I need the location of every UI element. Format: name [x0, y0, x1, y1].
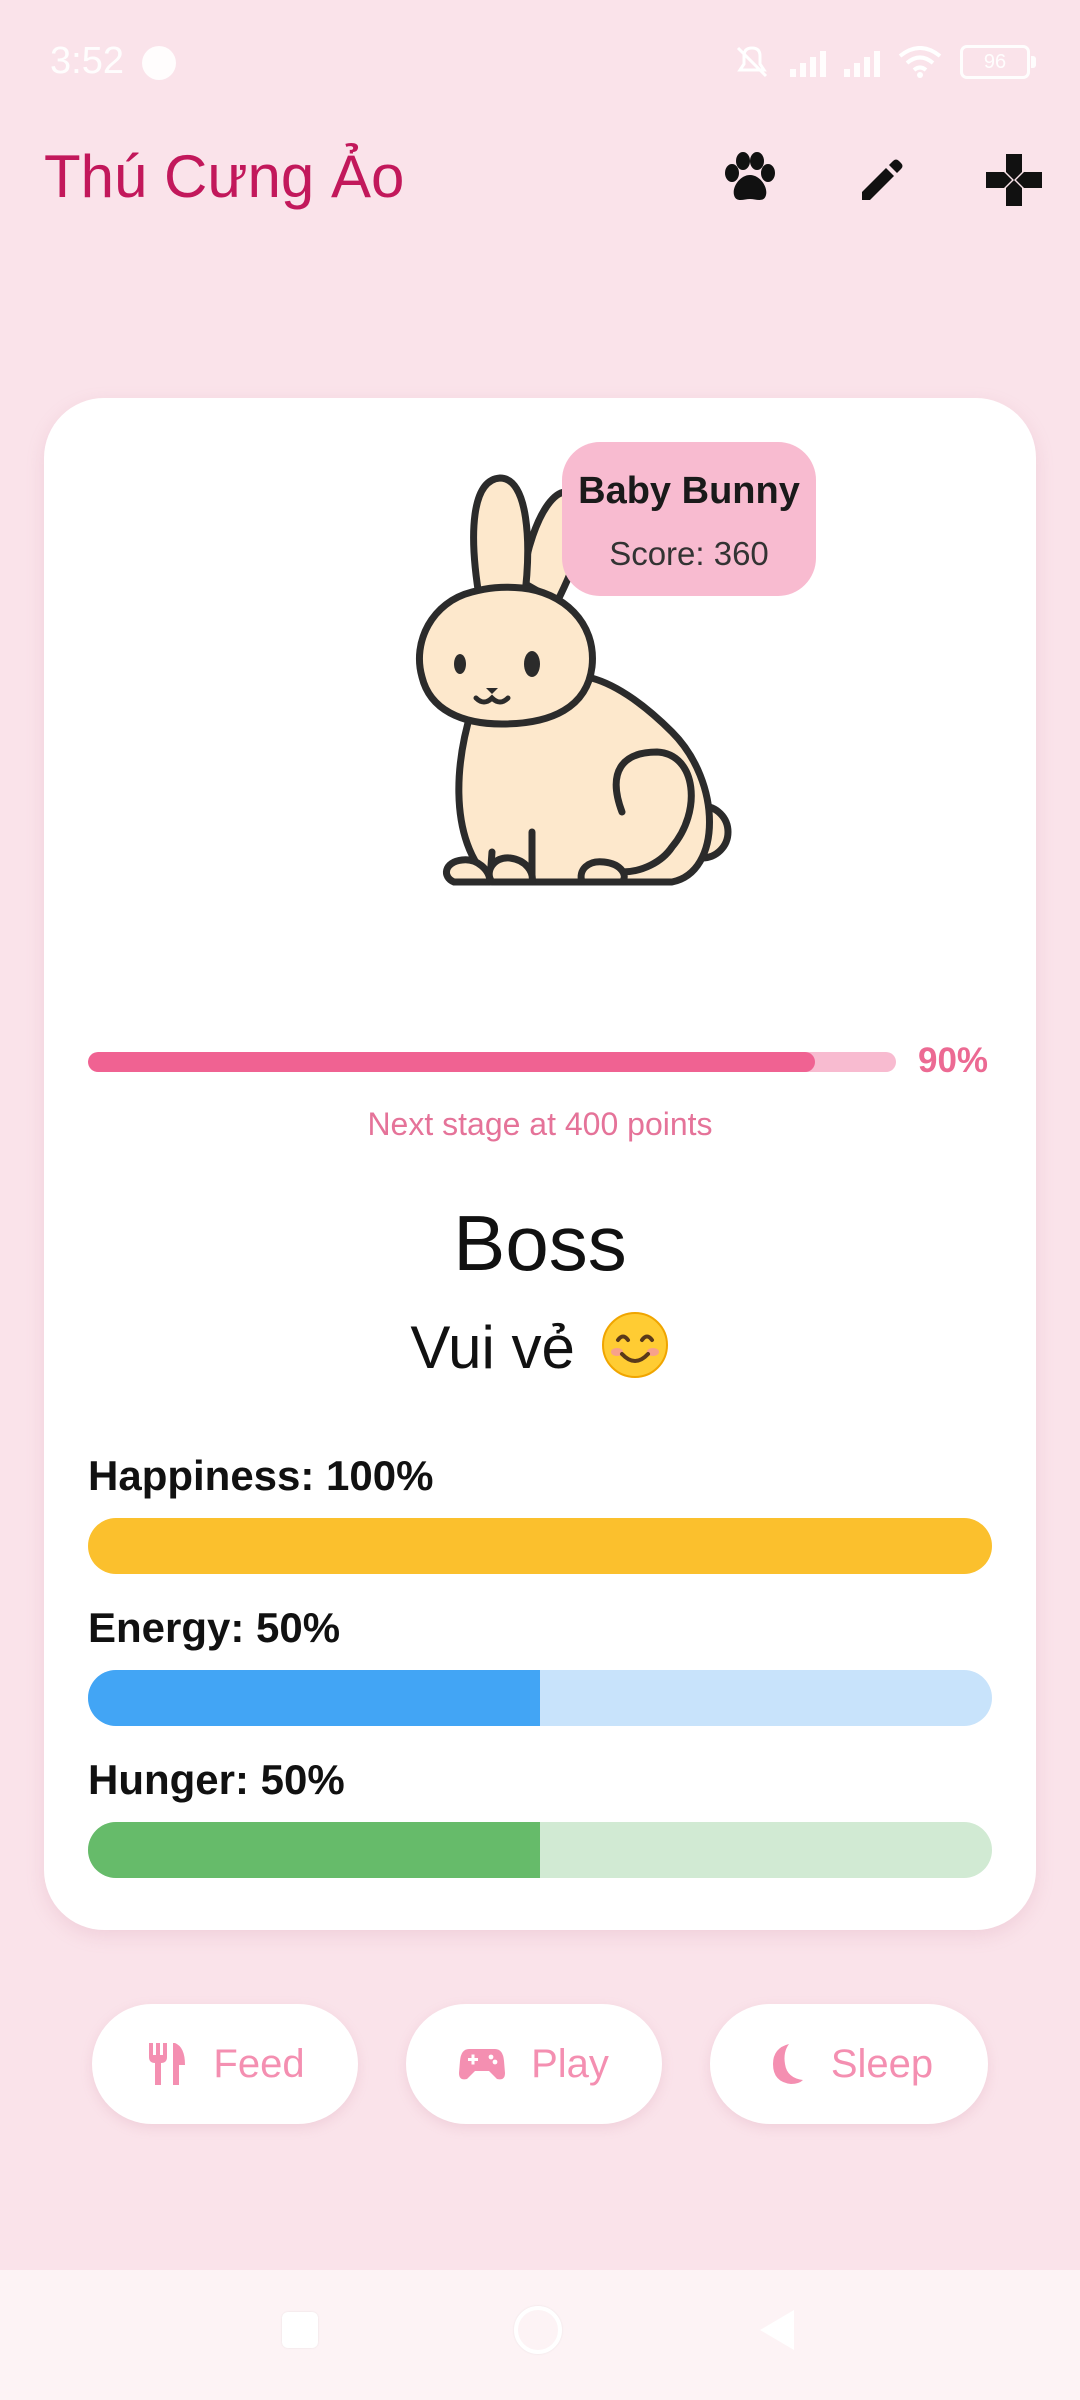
sleep-button[interactable]: Sleep	[710, 2004, 988, 2124]
energy-label: Energy: 50%	[88, 1604, 341, 1651]
system-nav-bar	[0, 2270, 1080, 2400]
energy-bar	[88, 1670, 992, 1726]
stage-progress-bar	[88, 1052, 896, 1072]
pet-card: Baby Bunny Score: 360 90% Next stage at …	[44, 398, 1036, 1930]
edit-icon[interactable]	[850, 148, 914, 212]
mute-icon	[736, 46, 768, 78]
next-stage-text: Next stage at 400 points	[367, 1106, 713, 1142]
status-bar: 3:52 96	[0, 0, 1080, 128]
stage-progress-percent: 90%	[918, 1041, 989, 1080]
recent-apps-button[interactable]	[282, 2312, 318, 2348]
moon-icon	[772, 2044, 803, 2084]
stage-badge: Baby Bunny Score: 360	[562, 442, 816, 596]
paw-icon[interactable]	[718, 148, 782, 212]
gamepad-icon[interactable]	[982, 148, 1046, 212]
wifi-icon	[898, 46, 942, 78]
hunger-label: Hunger: 50%	[88, 1756, 345, 1803]
play-button-label: Play	[531, 2041, 609, 2086]
pet-name: Boss	[453, 1199, 627, 1287]
status-icons: 96	[732, 44, 1036, 80]
sleep-button-label: Sleep	[830, 2041, 934, 2086]
gamepad-icon	[459, 2049, 506, 2080]
stage-score: Score: 360	[609, 535, 769, 572]
energy-bar-fill	[88, 1670, 540, 1726]
app-title: Thú Cưng Ảo	[44, 143, 405, 210]
home-button[interactable]	[514, 2306, 562, 2354]
pet-mood-text: Vui vẻ	[410, 1314, 575, 1381]
happiness-label: Happiness: 100%	[88, 1452, 434, 1499]
happiness-bar-fill	[88, 1518, 992, 1574]
happiness-bar	[88, 1518, 992, 1574]
stage-name: Baby Bunny	[578, 470, 800, 512]
hunger-bar	[88, 1822, 992, 1878]
status-time: 3:52	[50, 40, 124, 82]
hunger-bar-fill	[88, 1822, 540, 1878]
feed-button[interactable]: Feed	[92, 2004, 358, 2124]
fork-knife-icon	[149, 2043, 186, 2085]
messenger-notification-icon	[142, 46, 176, 80]
signal-icon	[844, 47, 880, 77]
smiling-face-emoji	[601, 1312, 668, 1378]
battery-indicator: 96	[960, 45, 1036, 79]
feed-button-label: Feed	[213, 2041, 305, 2086]
signal-icon	[790, 47, 826, 77]
stage-progress-fill	[88, 1052, 816, 1072]
pet-mood: Vui vẻ	[44, 1310, 1036, 1382]
back-icon[interactable]	[758, 2308, 796, 2352]
play-button[interactable]: Play	[406, 2004, 662, 2124]
